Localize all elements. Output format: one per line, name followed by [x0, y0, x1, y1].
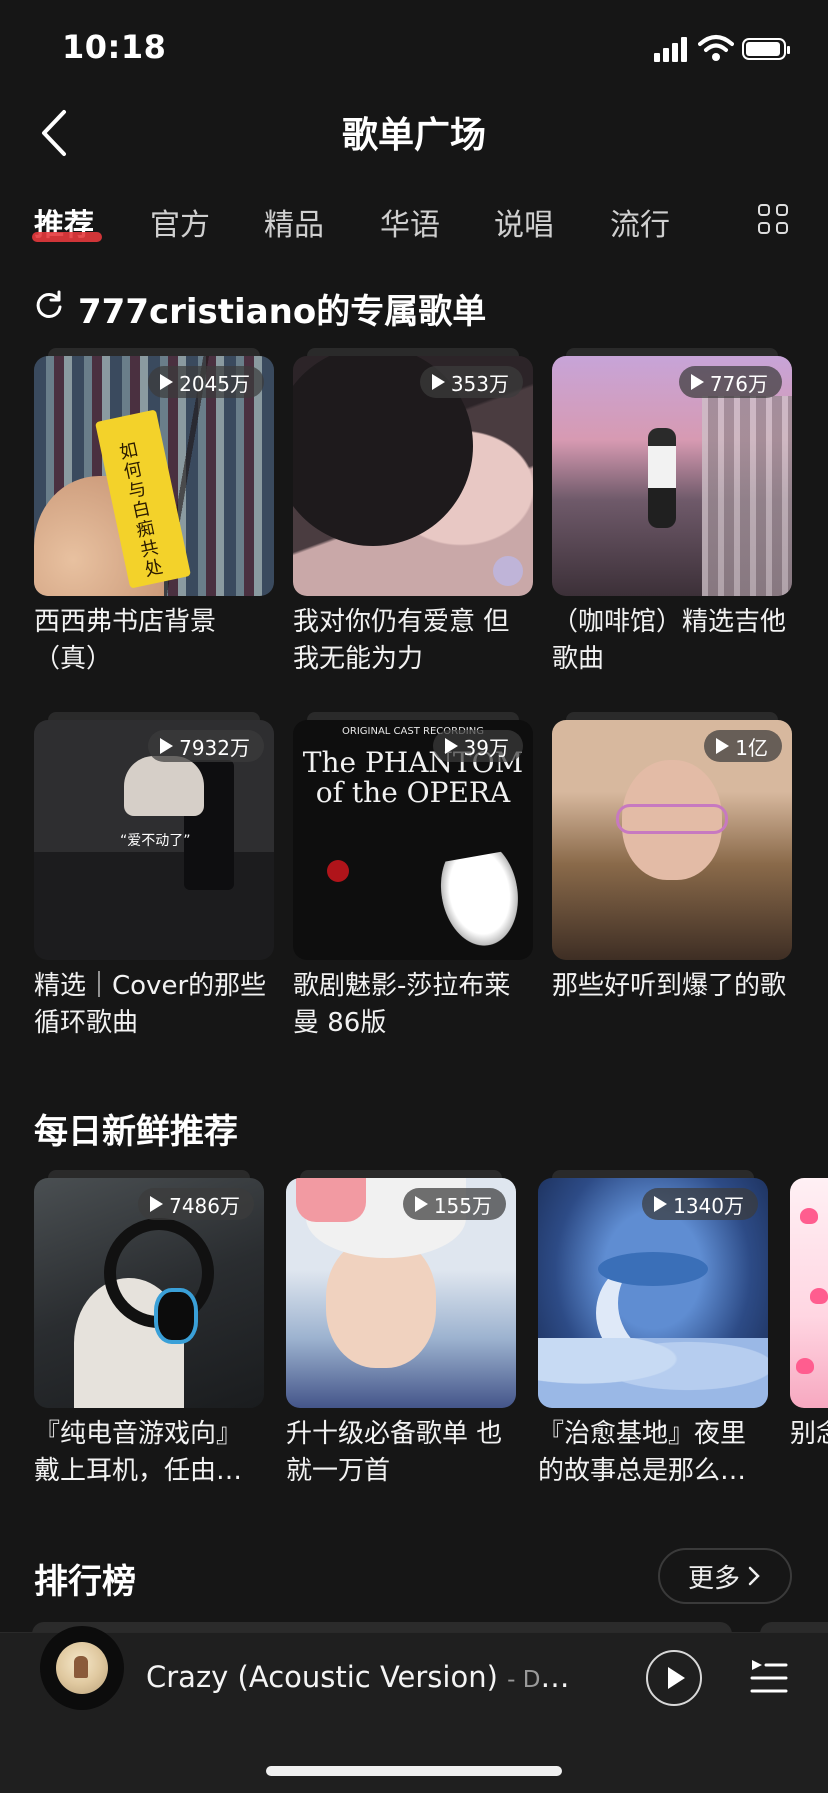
- status-time: 10:18: [62, 28, 167, 66]
- playlist-queue-icon[interactable]: [748, 1654, 788, 1698]
- playlist-cover[interactable]: 1亿: [552, 720, 792, 960]
- daily-section-title: 每日新鲜推荐: [34, 1112, 238, 1152]
- play-count-badge: 7486万: [138, 1188, 254, 1220]
- play-count-badge: 39万: [432, 730, 523, 762]
- category-grid-icon[interactable]: [758, 204, 790, 236]
- play-count-badge: 776万: [678, 366, 782, 398]
- refresh-icon[interactable]: [34, 290, 64, 320]
- playlist-cover[interactable]: 353万: [293, 356, 533, 596]
- play-icon: [160, 374, 174, 390]
- mask-icon: [435, 850, 527, 952]
- now-playing-text[interactable]: Crazy (Acoustic Version) - David ...: [146, 1660, 576, 1694]
- playlist-cover[interactable]: 155万: [286, 1178, 516, 1408]
- song-artist: - David ...: [507, 1667, 576, 1693]
- rose-icon: [327, 860, 349, 882]
- active-tab-indicator: [32, 232, 102, 242]
- playlist-cover[interactable]: [790, 1178, 828, 1408]
- play-count-badge: 2045万: [148, 366, 264, 398]
- cover-badge-icon: [493, 556, 523, 586]
- playlist-title[interactable]: 『纯电音游戏向』戴上耳机，任由…: [34, 1416, 264, 1490]
- song-title: Crazy (Acoustic Version): [146, 1660, 498, 1694]
- playlist-card[interactable]: 别念马上: [790, 1178, 828, 1498]
- heart-icon: [810, 1288, 828, 1304]
- play-icon: [150, 1196, 164, 1212]
- play-button[interactable]: [646, 1650, 702, 1706]
- play-count: 1亿: [735, 735, 768, 760]
- playlist-title[interactable]: 西西弗书店背景（真）: [34, 604, 274, 678]
- playlist-title[interactable]: 别念马上: [790, 1416, 828, 1453]
- playlist-title[interactable]: 我对你仍有爱意 但我无能为力: [293, 604, 533, 678]
- playlist-cover[interactable]: 如何与白痴共处 2045万: [34, 356, 274, 596]
- more-button[interactable]: 更多: [658, 1548, 792, 1604]
- play-icon: [444, 738, 458, 754]
- play-count-badge: 353万: [419, 366, 523, 398]
- cover-goggles: [296, 1178, 366, 1222]
- tab-rap[interactable]: 说唱: [494, 200, 554, 244]
- category-tabs: 推荐 官方 精品 华语 说唱 流行: [0, 200, 828, 250]
- tabs-fade: [706, 196, 730, 246]
- battery-icon: [742, 38, 790, 60]
- playlist-title[interactable]: 『治愈基地』夜里的故事总是那么…: [538, 1416, 768, 1490]
- playlist-cover[interactable]: 7486万: [34, 1178, 264, 1408]
- playlist-title[interactable]: 那些好听到爆了的歌: [552, 968, 792, 1005]
- play-count: 155万: [433, 1193, 492, 1218]
- play-count: 776万: [709, 371, 768, 396]
- play-icon: [414, 1196, 428, 1212]
- album-art: [56, 1642, 108, 1694]
- rank-section-title: 排行榜: [34, 1562, 136, 1602]
- play-count-badge: 7932万: [148, 730, 264, 762]
- play-icon: [690, 374, 704, 390]
- heart-icon: [800, 1208, 818, 1224]
- album-disc[interactable]: [40, 1626, 124, 1710]
- play-icon: [654, 1196, 668, 1212]
- cover-glasses: [616, 804, 728, 834]
- personal-playlists-title: 777cristiano的专属歌单: [78, 292, 487, 332]
- cellular-signal-icon: [654, 36, 688, 62]
- playlist-title[interactable]: 升十级必备歌单 也就一万首: [286, 1416, 516, 1490]
- whale-icon: [598, 1252, 708, 1286]
- play-count: 7932万: [179, 735, 250, 760]
- playlist-cover[interactable]: 776万: [552, 356, 792, 596]
- cover-railing: [702, 396, 792, 596]
- cover-clouds: [538, 1338, 768, 1408]
- cover-earcup: [154, 1288, 198, 1344]
- playlist-cover[interactable]: “爱不动了” 7932万: [34, 720, 274, 960]
- play-icon: [716, 738, 730, 754]
- play-count-badge: 1亿: [704, 730, 782, 762]
- tab-chinese[interactable]: 华语: [380, 200, 440, 244]
- playlist-title[interactable]: 歌剧魅影-莎拉布莱曼 86版: [293, 968, 533, 1042]
- playlist-cover[interactable]: ORIGINAL CAST RECORDING The PHANTOM of t…: [293, 720, 533, 960]
- more-label: 更多: [687, 1563, 740, 1594]
- page-title: 歌单广场: [341, 115, 486, 156]
- play-count: 353万: [450, 371, 509, 396]
- cover-hand: [124, 756, 204, 816]
- heart-icon: [796, 1358, 814, 1374]
- play-count-badge: 1340万: [642, 1188, 758, 1220]
- wifi-icon: [698, 35, 734, 61]
- play-count: 1340万: [673, 1193, 744, 1218]
- play-count: 39万: [463, 735, 509, 760]
- play-count-badge: 155万: [402, 1188, 506, 1220]
- playlist-title[interactable]: 精选｜Cover的那些循环歌曲: [34, 968, 274, 1042]
- playlist-cover[interactable]: 1340万: [538, 1178, 768, 1408]
- playlist-title[interactable]: （咖啡馆）精选吉他歌曲: [552, 604, 792, 678]
- cover-caption: “爱不动了”: [120, 833, 191, 849]
- play-icon: [160, 738, 174, 754]
- home-indicator: [266, 1766, 562, 1776]
- chevron-right-icon: [748, 1566, 760, 1586]
- tab-premium[interactable]: 精品: [264, 200, 324, 244]
- play-count: 7486万: [169, 1193, 240, 1218]
- play-icon: [431, 374, 445, 390]
- cover-book-title: 如何与白痴共处: [117, 439, 165, 581]
- tab-pop[interactable]: 流行: [610, 200, 670, 244]
- play-count: 2045万: [179, 371, 250, 396]
- cover-figure: [648, 428, 676, 528]
- tab-official[interactable]: 官方: [150, 200, 210, 244]
